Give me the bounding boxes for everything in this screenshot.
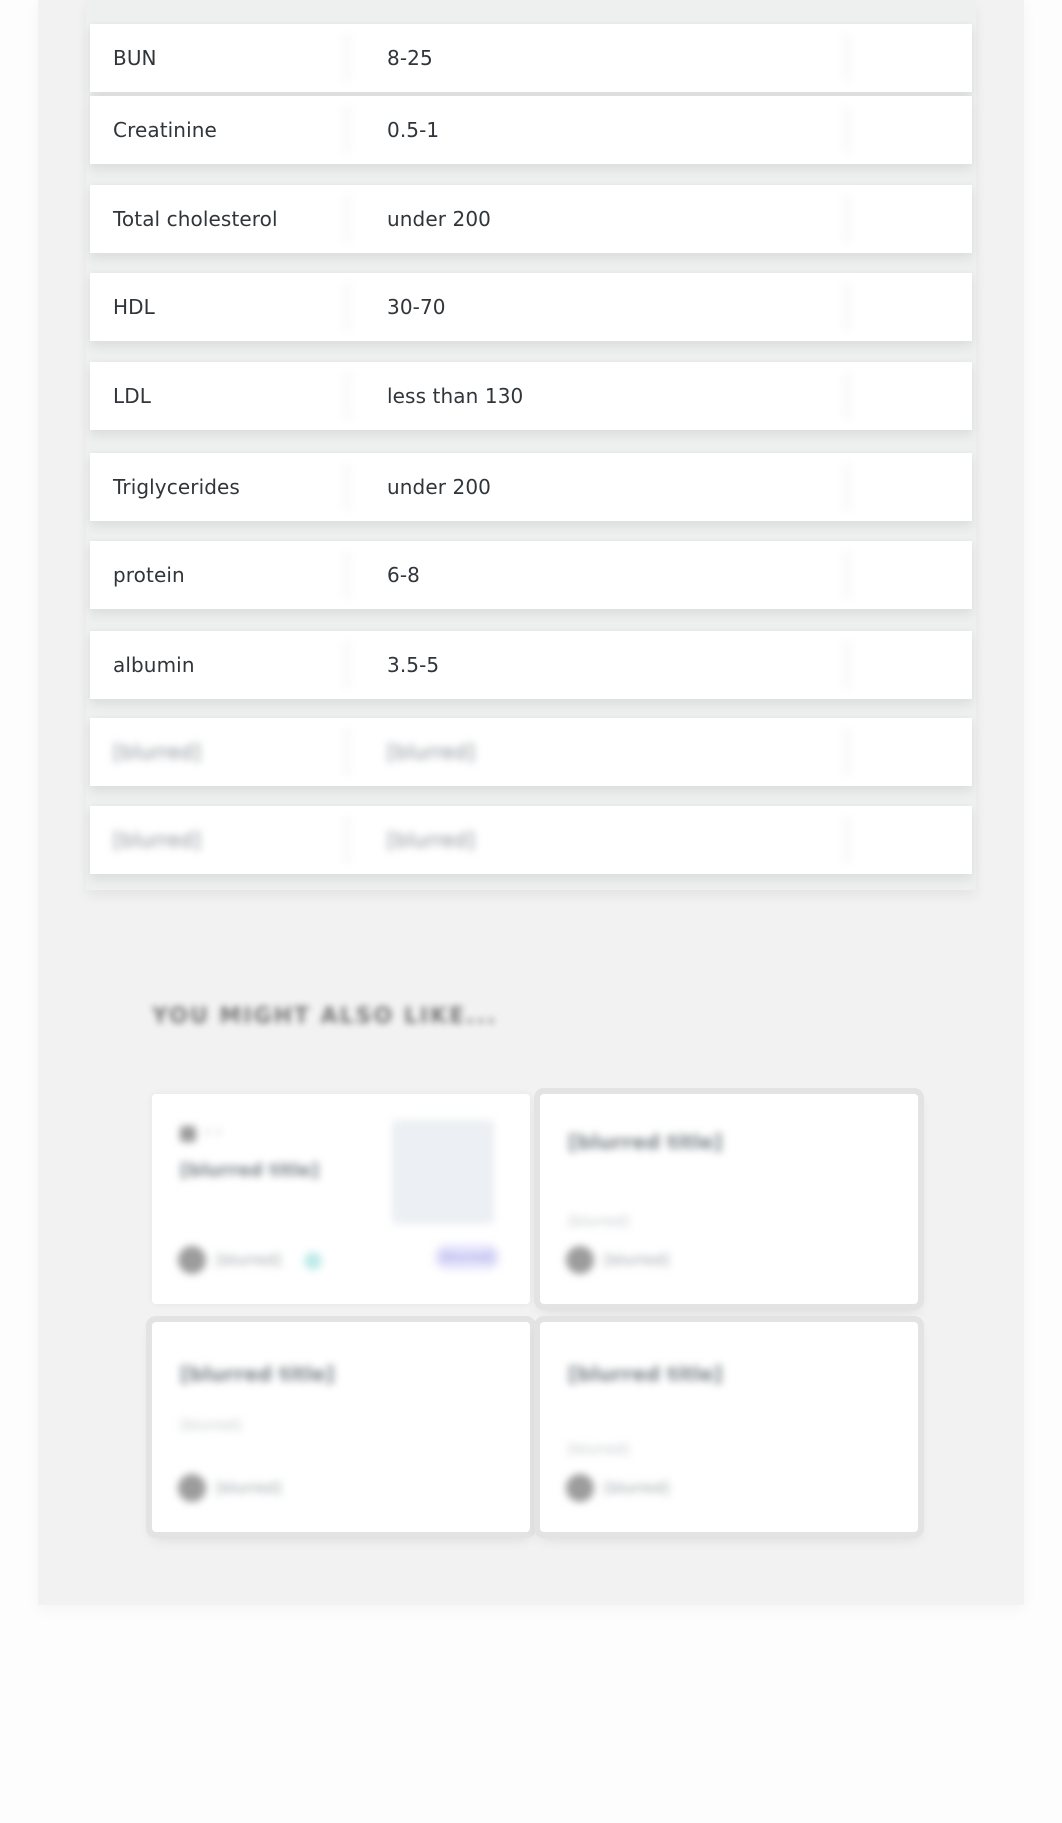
table-row: Total cholesterol under 200	[90, 185, 972, 253]
table-row-blurred: [blurred] [blurred]	[90, 718, 972, 786]
author-avatar	[178, 1474, 206, 1502]
test-name: HDL	[113, 295, 155, 319]
author-avatar	[178, 1246, 206, 1274]
card-title: [blurred title]	[568, 1130, 723, 1154]
card-title: [blurred title]	[180, 1362, 335, 1386]
column-divider	[842, 283, 852, 331]
card-thumbnail	[392, 1120, 494, 1224]
test-name: [blurred]	[113, 740, 202, 764]
test-name: [blurred]	[113, 828, 202, 852]
column-divider	[842, 641, 852, 689]
column-divider	[342, 372, 352, 420]
card-title: [blurred title]	[568, 1362, 723, 1386]
card-author: [blurred]	[604, 1479, 670, 1497]
column-divider	[842, 816, 852, 864]
test-range: [blurred]	[387, 828, 476, 852]
column-divider	[842, 372, 852, 420]
test-name: protein	[113, 563, 185, 587]
table-row: LDL less than 130	[90, 362, 972, 430]
test-name: LDL	[113, 384, 151, 408]
column-divider	[842, 728, 852, 776]
column-divider	[342, 816, 352, 864]
column-divider	[342, 551, 352, 599]
card-meta: [blurred]	[568, 1214, 630, 1230]
document-icon	[180, 1126, 196, 1142]
recommendation-card[interactable]: • • [blurred title] [blurred] [blurred]	[152, 1094, 530, 1304]
test-range: 30-70	[387, 295, 446, 319]
column-divider	[342, 641, 352, 689]
recommendations-heading: YOU MIGHT ALSO LIKE...	[152, 1004, 498, 1029]
table-row: BUN 8-25	[90, 24, 972, 92]
price-badge[interactable]: [blurred]	[434, 1244, 500, 1270]
test-name: albumin	[113, 653, 195, 677]
card-author: [blurred]	[216, 1251, 282, 1269]
verified-icon	[304, 1252, 322, 1270]
column-divider	[842, 34, 852, 82]
card-title: [blurred title]	[180, 1160, 320, 1181]
test-range: less than 130	[387, 384, 524, 408]
test-range: under 200	[387, 475, 492, 499]
recommendation-card[interactable]: [blurred title] [blurred] [blurred]	[152, 1322, 530, 1532]
author-avatar	[566, 1246, 594, 1274]
test-name: Total cholesterol	[113, 207, 278, 231]
test-name: Triglycerides	[113, 475, 240, 499]
column-divider	[342, 195, 352, 243]
recommendation-card[interactable]: [blurred title] [blurred] [blurred]	[540, 1094, 918, 1304]
card-meta: [blurred]	[568, 1442, 630, 1458]
test-range: [blurred]	[387, 740, 476, 764]
column-divider	[842, 463, 852, 511]
table-row: albumin 3.5-5	[90, 631, 972, 699]
test-range: 3.5-5	[387, 653, 440, 677]
column-divider	[842, 551, 852, 599]
card-author: [blurred]	[216, 1479, 282, 1497]
reference-ranges-table: BUN 8-25 Creatinine 0.5-1 Total choleste…	[86, 0, 976, 890]
column-divider	[342, 34, 352, 82]
recommendation-card[interactable]: [blurred title] [blurred] [blurred]	[540, 1322, 918, 1532]
test-range: under 200	[387, 207, 492, 231]
card-author: [blurred]	[604, 1251, 670, 1269]
test-range: 6-8	[387, 563, 420, 587]
test-name: Creatinine	[113, 118, 217, 142]
column-divider	[842, 195, 852, 243]
author-avatar	[566, 1474, 594, 1502]
table-row-blurred: [blurred] [blurred]	[90, 806, 972, 874]
table-row: HDL 30-70	[90, 273, 972, 341]
card-top-meta: • •	[204, 1126, 222, 1140]
test-name: BUN	[113, 46, 157, 70]
table-row: protein 6-8	[90, 541, 972, 609]
test-range: 8-25	[387, 46, 433, 70]
column-divider	[342, 463, 352, 511]
column-divider	[342, 106, 352, 154]
table-row: Creatinine 0.5-1	[90, 96, 972, 164]
test-range: 0.5-1	[387, 118, 440, 142]
card-meta: [blurred]	[180, 1418, 242, 1434]
column-divider	[842, 106, 852, 154]
column-divider	[342, 283, 352, 331]
column-divider	[342, 728, 352, 776]
table-row: Triglycerides under 200	[90, 453, 972, 521]
